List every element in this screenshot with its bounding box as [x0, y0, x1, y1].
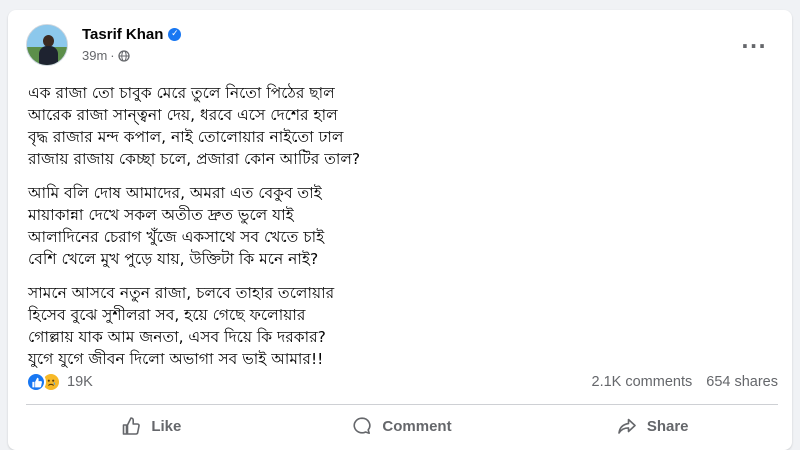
shares-count-link[interactable]: 654 shares	[706, 374, 778, 390]
like-reaction-icon	[26, 372, 46, 392]
stanza: এক রাজা তো চাবুক মেরে তুলে নিতো পিঠের ছা…	[28, 82, 768, 170]
stanza: সামনে আসবে নতুন রাজা, চলবে তাহার তলোয়ার…	[28, 282, 768, 370]
post-card: Tasrif Khan ✓ 39m · ··· এক রাজা তো চাবুক…	[8, 10, 792, 450]
author-name-row: Tasrif Khan ✓	[82, 26, 182, 43]
poem-line: মায়াকান্না দেখে সকল অতীত দ্রুত ভুলে যাই	[28, 206, 294, 224]
post-text: এক রাজা তো চাবুক মেরে তুলে নিতো পিঠের ছা…	[28, 82, 768, 382]
poem-line: আমি বলি দোষ আমাদের, অমরা এত বেকুব তাই	[28, 184, 322, 202]
comment-bubble-icon	[353, 417, 371, 434]
post-header: Tasrif Khan ✓ 39m · ···	[26, 24, 776, 68]
author-name[interactable]: Tasrif Khan	[82, 26, 163, 43]
post-timestamp[interactable]: 39m	[82, 48, 107, 63]
verified-badge-icon: ✓	[168, 28, 182, 41]
poem-line: সামনে আসবে নতুন রাজা, চলবে তাহার তলোয়ার	[28, 284, 335, 302]
stanza: আমি বলি দোষ আমাদের, অমরা এত বেকুব তাই মা…	[28, 182, 768, 270]
thumbs-up-icon	[123, 417, 141, 435]
meta-separator: ·	[110, 48, 115, 63]
more-options-icon: ···	[741, 34, 767, 58]
share-button[interactable]: Share	[527, 408, 778, 444]
comment-label: Comment	[382, 417, 452, 435]
share-label: Share	[646, 417, 689, 435]
comments-count-link[interactable]: 2.1K comments	[592, 374, 693, 390]
poem-line: বৃদ্ধ রাজার মন্দ কপাল, নাই তোলোয়ার নাইত…	[28, 128, 344, 146]
poem-line: এক রাজা তো চাবুক মেরে তুলে নিতো পিঠের ছা…	[28, 84, 335, 102]
poem-line: গোল্লায় যাক আম জনতা, এসব দিয়ে কি দরকার…	[28, 328, 326, 346]
poem-line: আরেক রাজা সান্ত্বনা দেয়, ধরবে এসে দেশের…	[28, 106, 338, 124]
reactions-summary[interactable]: 19K	[26, 372, 93, 392]
poem-line: যুগে যুগে জীবন দিলো অভাগা সব ভাই আমার!!	[28, 350, 324, 368]
author-avatar[interactable]	[26, 24, 68, 66]
comment-button[interactable]: Comment	[277, 408, 528, 444]
globe-icon[interactable]	[117, 49, 130, 62]
poem-line: আলাদিনের চেরাগ খুঁজে একসাথে সব খেতে চাই	[28, 228, 325, 246]
share-arrow-icon	[618, 418, 636, 434]
reaction-count: 19K	[67, 374, 93, 390]
poem-line: রাজায় রাজায় কেচ্ছা চলে, প্রজারা কোন আট…	[28, 150, 361, 168]
like-label: Like	[151, 417, 182, 435]
engagement-counts: 2.1K comments 654 shares	[592, 374, 779, 390]
poem-line: হিসেব বুঝে সুশীলরা সব, হয়ে গেছে ফলোয়ার	[28, 306, 306, 324]
poem-line: বেশি খেলে মুখ পুড়ে যায়, উক্তিটা কি মনে…	[28, 250, 319, 268]
engagement-stats: 19K 2.1K comments 654 shares	[26, 370, 778, 396]
more-options-button[interactable]: ···	[736, 28, 772, 64]
post-actions: Like Comment Share	[26, 408, 778, 444]
actions-divider	[26, 404, 778, 405]
like-button[interactable]: Like	[26, 408, 277, 444]
post-meta: 39m ·	[82, 48, 130, 63]
